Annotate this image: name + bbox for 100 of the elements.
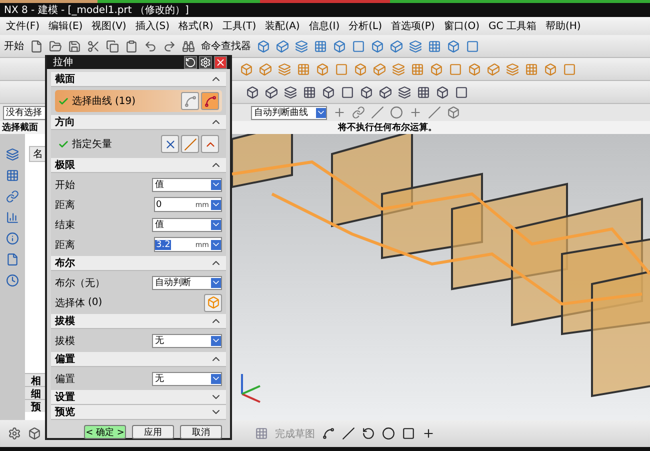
- square-icon[interactable]: [352, 40, 365, 52]
- menu-item[interactable]: 首选项(P): [390, 19, 435, 33]
- cube-icon[interactable]: [322, 86, 335, 98]
- menu-item[interactable]: 视图(V): [92, 19, 126, 33]
- cuboid-icon[interactable]: [276, 40, 289, 52]
- curve-icon: [184, 94, 196, 108]
- dropdown[interactable]: 自动判断: [152, 276, 222, 290]
- vector-button[interactable]: [181, 135, 199, 153]
- cube-icon[interactable]: [436, 86, 449, 98]
- rectangle-icon[interactable]: [402, 427, 415, 440]
- section-header[interactable]: 极限: [51, 158, 226, 173]
- cube-icon[interactable]: [257, 40, 270, 52]
- grid-icon[interactable]: [417, 86, 430, 98]
- menu-item[interactable]: 文件(F): [6, 19, 40, 33]
- cuboid-icon[interactable]: [379, 86, 392, 98]
- cuboid-icon[interactable]: [265, 86, 278, 98]
- cube-icon[interactable]: [360, 86, 373, 98]
- layers-icon[interactable]: [295, 40, 308, 52]
- dropdown[interactable]: 值: [152, 218, 222, 232]
- scissors-icon[interactable]: [87, 40, 100, 52]
- menu-item[interactable]: GC 工具箱: [488, 19, 536, 33]
- dialog-button[interactable]: < 确定 >: [84, 425, 126, 439]
- grid-icon[interactable]: [303, 86, 316, 98]
- line-icon[interactable]: [342, 427, 355, 440]
- vector-button[interactable]: [201, 135, 219, 153]
- field-label: 开始: [55, 178, 75, 192]
- menu-item[interactable]: 工具(T): [222, 19, 256, 33]
- square-icon[interactable]: [455, 86, 468, 98]
- binoculars-icon[interactable]: [182, 40, 195, 52]
- section-header[interactable]: 预览: [51, 405, 226, 420]
- section-header[interactable]: 布尔: [51, 256, 226, 271]
- cube-icon: [206, 296, 220, 309]
- square-icon[interactable]: [341, 86, 354, 98]
- curve-button[interactable]: [201, 92, 219, 110]
- dropdown[interactable]: 无: [152, 334, 222, 348]
- step-label: 选择曲线: [72, 94, 112, 108]
- link-icon[interactable]: [6, 190, 19, 203]
- copy-icon[interactable]: [106, 40, 119, 52]
- command-finder-button[interactable]: 命令查找器: [201, 39, 251, 53]
- redo-icon[interactable]: [163, 40, 176, 52]
- file-icon[interactable]: [30, 40, 43, 52]
- curve-icon: [204, 94, 216, 108]
- clock-icon[interactable]: [6, 274, 19, 287]
- section-header[interactable]: 方向: [51, 115, 226, 130]
- undo-icon[interactable]: [144, 40, 157, 52]
- menu-item[interactable]: 格式(R): [178, 19, 214, 33]
- square-icon[interactable]: [466, 40, 479, 52]
- point-icon[interactable]: [422, 427, 435, 440]
- menu-item[interactable]: 窗口(O): [444, 19, 480, 33]
- clipboard-icon[interactable]: [125, 40, 138, 52]
- count-label: (0): [88, 297, 102, 308]
- menu-item[interactable]: 插入(S): [135, 19, 170, 33]
- dialog-button[interactable]: 取消: [180, 425, 222, 439]
- layers-icon[interactable]: [284, 86, 297, 98]
- menu-item[interactable]: 分析(L): [348, 19, 382, 33]
- field-label: 偏置: [55, 372, 75, 386]
- document-icon[interactable]: [6, 253, 19, 266]
- chart-icon[interactable]: [6, 211, 19, 224]
- cube-icon[interactable]: [371, 40, 384, 52]
- cube-icon[interactable]: [246, 86, 259, 98]
- grid-icon[interactable]: [314, 40, 327, 52]
- settings-icon: [200, 56, 211, 68]
- slash-icon: [184, 138, 196, 150]
- start-button[interactable]: 开始: [4, 39, 24, 53]
- section-header[interactable]: 截面: [51, 72, 226, 87]
- info-icon[interactable]: [6, 232, 19, 245]
- dropdown[interactable]: 值: [152, 178, 222, 192]
- count-label: (19): [115, 96, 136, 106]
- menu-item[interactable]: 信息(I): [308, 19, 340, 33]
- body-button[interactable]: [204, 294, 222, 312]
- field-label: 布尔（无）: [55, 276, 105, 290]
- dropdown[interactable]: 无: [152, 372, 222, 386]
- section-header[interactable]: 偏置: [51, 352, 226, 367]
- check-icon: [58, 138, 69, 150]
- circle-icon[interactable]: [382, 427, 395, 440]
- section-header[interactable]: 设置: [51, 390, 226, 405]
- cuboid-icon[interactable]: [390, 40, 403, 52]
- cube-icon[interactable]: [333, 40, 346, 52]
- folder-icon[interactable]: [49, 40, 62, 52]
- dialog-button[interactable]: 应用: [132, 425, 174, 439]
- menu-item[interactable]: 帮助(H): [545, 19, 581, 33]
- vector-button[interactable]: [161, 135, 179, 153]
- profile-icon[interactable]: [322, 427, 335, 440]
- curve-rule-dropdown[interactable]: 自动判断曲线: [251, 106, 327, 120]
- layers-icon[interactable]: [409, 40, 422, 52]
- field-label: 距离: [55, 238, 75, 252]
- menu-item[interactable]: 装配(A): [265, 19, 300, 33]
- reset-button[interactable]: [184, 56, 197, 68]
- cube-icon[interactable]: [447, 40, 460, 52]
- grid-icon[interactable]: [428, 40, 441, 52]
- menu-item[interactable]: 编辑(E): [48, 19, 83, 33]
- check-icon: [58, 96, 69, 106]
- section-header[interactable]: 拔模: [51, 314, 226, 329]
- field-label: 结束: [55, 218, 75, 232]
- curve-button[interactable]: [181, 92, 199, 110]
- close-button[interactable]: [214, 56, 227, 68]
- layers-icon[interactable]: [398, 86, 411, 98]
- selection-step[interactable]: 选择曲线 (19): [55, 90, 222, 112]
- settings-button[interactable]: [199, 56, 212, 68]
- save-icon[interactable]: [68, 40, 81, 52]
